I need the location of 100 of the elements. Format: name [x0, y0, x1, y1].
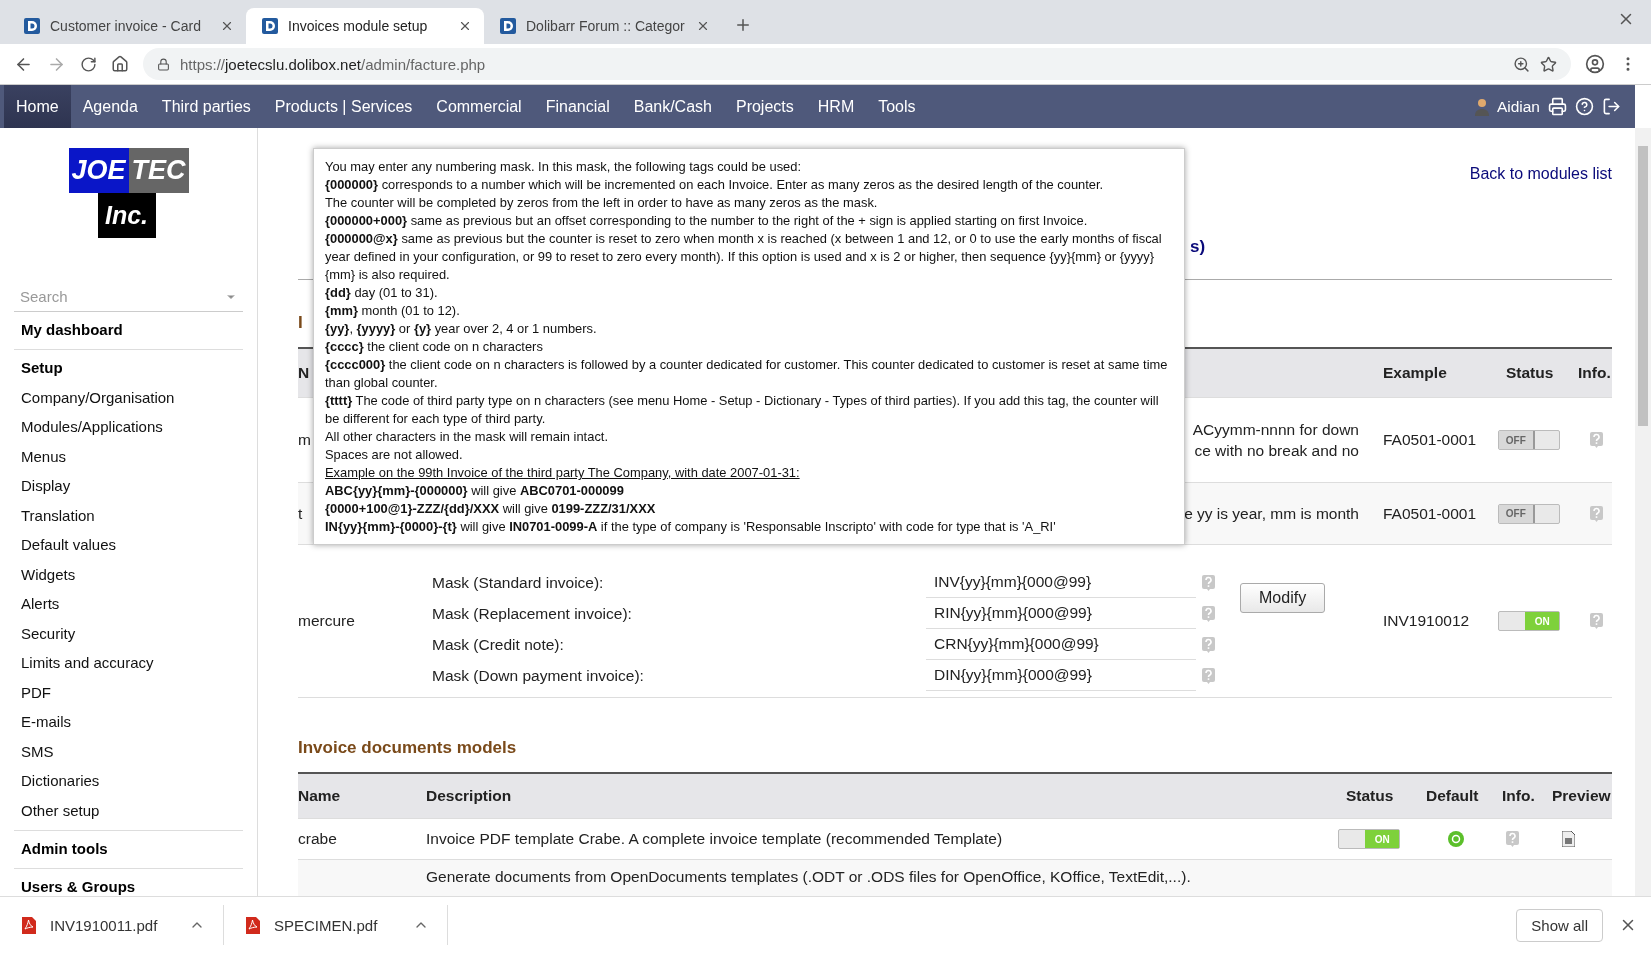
modify-button[interactable]: Modify [1240, 583, 1326, 613]
sidebar-item[interactable]: Widgets [21, 564, 236, 585]
tooltip-text: Spaces are not allowed. [325, 446, 464, 464]
download-item[interactable]: SPECIMEN.pdf [224, 905, 448, 945]
sidebar-heading[interactable]: My dashboard [21, 320, 236, 340]
sidebar-item[interactable]: SMS [21, 741, 236, 762]
close-icon[interactable] [220, 19, 234, 33]
column-header: Status [1506, 364, 1554, 382]
browser-tab[interactable]: Invoices module setup [246, 8, 484, 44]
preview-document-icon[interactable] [1562, 831, 1575, 847]
browser-tab[interactable]: Dolibarr Forum :: Categor [484, 8, 722, 44]
new-tab-icon[interactable] [734, 16, 752, 34]
scrollbar-thumb[interactable] [1638, 146, 1648, 426]
sidebar-item[interactable]: Modules/Applications [21, 417, 236, 437]
menu-tab[interactable]: Agenda [70, 85, 150, 128]
sidebar-item[interactable]: Alerts [21, 594, 236, 614]
star-icon[interactable] [1540, 55, 1557, 73]
table-cell: m [298, 431, 311, 449]
sidebar-item[interactable]: PDF [21, 682, 236, 703]
menu-tab[interactable]: Projects [723, 85, 806, 128]
sidebar-item[interactable]: Dictionaries [21, 771, 236, 791]
column-header: Preview [1552, 787, 1611, 805]
tooltip-text: IN{yy}{mm}-{0000}-{t} will give IN0701-0099-A if the type of company is 'Responsable Inscripto' with code for type that is 'A_RI' [325, 518, 1057, 536]
sidebar-item[interactable]: Limits and accuracy [21, 653, 236, 673]
download-item[interactable]: INV1910011.pdf [0, 905, 224, 945]
section-title: I [298, 313, 303, 334]
sidebar-heading[interactable]: Users & Groups [21, 876, 236, 896]
input-field[interactable]: RIN{yy}{mm}{000@99} [926, 598, 1196, 629]
menu-tab[interactable]: Tools [866, 85, 928, 128]
field-label: Mask (Standard invoice): [432, 572, 605, 593]
field-label: Mask (Down payment invoice): [432, 665, 645, 686]
tooltip-text: {dd} day (01 to 31). [325, 284, 439, 302]
tooltip-text: {0000+100@1}-ZZZ/{dd}/XXX will give 0199-ZZZ/31/XXX [325, 500, 657, 518]
sidebar-item[interactable]: Other setup [21, 800, 236, 821]
table-cell: Generate documents from OpenDocuments templates (.ODT or .ODS files for OpenOffice, KOffice, TextEdit,...). [426, 868, 1191, 886]
sidebar-heading[interactable]: Admin tools [21, 838, 236, 859]
back-link[interactable]: Back to modules list [1469, 165, 1612, 183]
user-avatar-icon [1474, 97, 1489, 116]
sidebar-item[interactable]: E-mails [21, 712, 236, 732]
company-logo: JOE TEC Inc. [68, 148, 189, 238]
tooltip-text: Example on the 99th Invoice of the third party The Company, with date 2007-01-31: [325, 464, 801, 482]
tooltip-text: {cccc} the client code on n characters [325, 338, 544, 356]
lock-icon [157, 57, 170, 71]
tab-link[interactable]: s) [1190, 237, 1206, 257]
menu-tab[interactable]: Products | Services [262, 85, 425, 128]
close-icon[interactable] [458, 19, 472, 33]
menu-tab[interactable]: HRM [805, 85, 867, 128]
home-icon[interactable] [111, 55, 129, 73]
address-bar[interactable]: https://joetecslu.dolibox.net/admin/facture.php [143, 48, 1571, 80]
help-icon[interactable] [1575, 97, 1594, 116]
reload-icon[interactable] [80, 55, 97, 73]
input-field[interactable]: INV{yy}{mm}{000@99} [926, 567, 1196, 598]
menu-tab[interactable]: Home [4, 85, 71, 128]
column-header: Info. [1578, 364, 1611, 382]
menu-tab[interactable]: Bank/Cash [621, 85, 724, 128]
sidebar-item[interactable]: Company/Organisation [21, 387, 236, 408]
pdf-file-icon [246, 916, 260, 934]
default-radio-icon[interactable] [1448, 831, 1464, 847]
tooltip-text: {cccc000} the client code on n characters is followed by a counter dedicated for customer. This counter dedicated to customer is reset at same time than global counter. [325, 356, 1169, 392]
sidebar-item[interactable]: Display [21, 476, 236, 496]
column-header: Description [426, 787, 512, 805]
menu-tab[interactable]: Third parties [149, 85, 263, 128]
sidebar-item[interactable]: Security [21, 623, 236, 644]
status-toggle[interactable]: OFF [1498, 503, 1560, 524]
description-text: e yy is year, mm is month [1184, 504, 1359, 524]
menu-tab[interactable]: Commercial [424, 85, 534, 128]
table-cell: t [298, 504, 303, 523]
close-icon[interactable] [696, 19, 710, 33]
tooltip-text: All other characters in the mask will remain intact. [325, 428, 609, 446]
table-cell: Invoice PDF template Crabe. A complete invoice template (recommended Template) [426, 830, 1003, 848]
pdf-file-icon [22, 916, 36, 934]
site-favicon-icon [262, 18, 278, 34]
section-title: Invoice documents models [298, 738, 517, 759]
tooltip-text: {tttt} The code of third party type on n characters (see menu Home - Setup - Dictionary - Types of third parties). If you add this tag, the counter will be different for each type of third party. [325, 392, 1160, 428]
site-favicon-icon [500, 18, 516, 34]
table-cell: mercure [298, 612, 355, 630]
tooltip-text: You may enter any numbering mask. In this mask, the following tags could be used: [325, 158, 803, 176]
menu-tab[interactable]: Financial [533, 85, 622, 128]
status-toggle[interactable]: OFF [1498, 430, 1560, 451]
table-cell: crabe [298, 830, 337, 848]
table-cell: INV1910012 [1383, 612, 1470, 630]
logout-icon[interactable] [1602, 97, 1621, 116]
column-header: Default [1426, 787, 1479, 805]
printer-icon[interactable] [1548, 97, 1567, 116]
zoom-icon[interactable] [1513, 55, 1530, 73]
input-field[interactable]: CRN{yy}{mm}{000@99} [926, 629, 1196, 660]
column-header: Info. [1502, 787, 1535, 805]
tooltip-text: {000000+000} same as previous but an offset corresponding to the number to the right of the + sign is applied starting on first Invoice. [325, 212, 1089, 230]
sidebar-item[interactable]: Default values [21, 535, 236, 555]
field-label: Mask (Credit note): [432, 634, 565, 655]
profile-icon[interactable] [1585, 54, 1605, 74]
show-all-button[interactable]: Show all [1516, 908, 1603, 942]
input-field[interactable]: DIN{yy}{mm}{000@99} [926, 660, 1196, 691]
sidebar-item[interactable]: Menus [21, 446, 236, 467]
column-header: Status [1346, 787, 1394, 805]
sidebar-heading[interactable]: Setup [21, 358, 236, 378]
tooltip-text: ABC{yy}{mm}-{000000} will give ABC0701-000099 [325, 482, 625, 500]
sidebar-item[interactable]: Translation [21, 505, 236, 526]
browser-tab[interactable]: Customer invoice - Card [8, 8, 246, 44]
user-name[interactable]: Aidian [1496, 97, 1540, 116]
